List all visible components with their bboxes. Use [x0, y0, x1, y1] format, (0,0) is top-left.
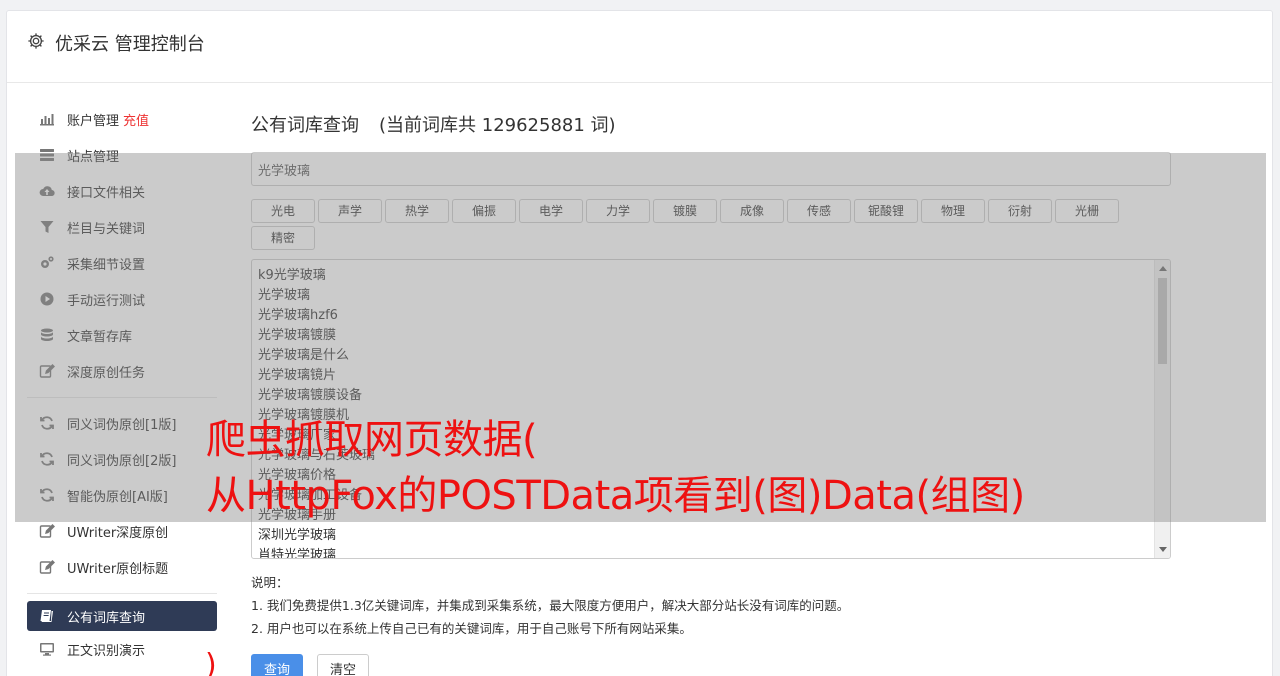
edit-icon [38, 558, 56, 576]
refresh-icon [38, 414, 56, 432]
result-item[interactable]: 光学玻璃镀膜 [258, 326, 1170, 346]
sidebar-item[interactable]: 正文识别演示 [27, 631, 217, 667]
sidebar-item[interactable]: 采集细节设置 [27, 245, 217, 281]
scrollbar[interactable] [1154, 260, 1170, 558]
top-bar: 优采云 管理控制台 [7, 11, 1272, 83]
sidebar-item[interactable]: UWriter深度原创 [27, 513, 217, 549]
sidebar-item[interactable]: 账户管理 充值 [27, 101, 217, 137]
gear-icon[interactable] [27, 32, 45, 50]
page-title: 公有词库查询 [251, 115, 359, 136]
category-tag-button[interactable]: 偏振 [452, 199, 516, 223]
sidebar-item[interactable]: UWriter原创标题 [27, 549, 217, 585]
play-circle-icon [38, 290, 56, 308]
query-button[interactable]: 查询 [251, 654, 304, 676]
note-line: 1. 我们免费提供1.3亿关键词库，并集成到采集系统，最大限度方便用户，解决大部… [251, 598, 850, 613]
result-item[interactable]: 肖特光学玻璃 [258, 546, 1170, 558]
sidebar-item-label: 站点管理 [67, 149, 120, 165]
overlay-caption: 爬虫抓取网页数据( 从HttpFox的POSTData项看到(图)Data(组图… [206, 412, 1025, 524]
scroll-down-arrow-icon[interactable] [1159, 547, 1167, 552]
app-title: 优采云 管理控制台 [55, 34, 205, 55]
result-item[interactable]: 光学玻璃是什么 [258, 346, 1170, 366]
result-item[interactable]: 光学玻璃hzf6 [258, 306, 1170, 326]
sidebar-item-label: 接口文件相关 [67, 185, 146, 201]
category-tag-button[interactable]: 精密 [251, 226, 315, 250]
category-tag-button[interactable]: 热学 [385, 199, 449, 223]
book-icon [38, 607, 56, 625]
edit-icon [38, 362, 56, 380]
category-tags: 光电 声学 热学 偏振 电学 力学 镀膜 成像 传感 铌酸锂 物理 衍射 光栅精密 [251, 199, 1171, 250]
category-tag-button[interactable]: 光电 [251, 199, 315, 223]
keyword-search-input[interactable] [251, 152, 1171, 186]
category-tag-button[interactable]: 成像 [720, 199, 784, 223]
sidebar-item-label: 正文识别演示 [67, 643, 146, 659]
category-tag-button[interactable]: 铌酸锂 [854, 199, 918, 223]
sidebar-item[interactable]: 深度原创任务 [27, 353, 217, 389]
sidebar-item[interactable]: 智能伪原创[AI版] [27, 477, 217, 513]
notes: 说明： 1. 我们免费提供1.3亿关键词库，并集成到采集系统，最大限度方便用户，… [251, 571, 1171, 640]
category-tag-button[interactable]: 衍射 [988, 199, 1052, 223]
sidebar-item-label: 深度原创任务 [67, 365, 146, 381]
sidebar-item-label: 同义词伪原创[2版] [67, 453, 177, 469]
overlay-caption-line1: 爬虫抓取网页数据( [206, 417, 538, 463]
category-tag-button[interactable]: 镀膜 [653, 199, 717, 223]
scroll-up-arrow-icon[interactable] [1159, 266, 1167, 271]
sidebar-divider [27, 593, 217, 594]
clear-button[interactable]: 清空 [317, 654, 370, 676]
main-panel: 优采云 管理控制台 账户管理 充值站点管理接口文件相关 栏目与关键词 采集细节设置 手动… [6, 10, 1273, 676]
word-count: (当前词库共 129625881 词) [379, 115, 616, 136]
sidebar-item-label: UWriter原创标题 [67, 561, 169, 577]
page-heading: 公有词库查询 (当前词库共 129625881 词) [251, 111, 1171, 141]
recharge-link[interactable]: 充值 [123, 110, 149, 129]
sidebar-item-label: 同义词伪原创[1版] [67, 417, 177, 433]
result-item[interactable]: 光学玻璃 [258, 286, 1170, 306]
result-item[interactable]: 光学玻璃镀膜设备 [258, 386, 1170, 406]
bar-chart-icon [38, 110, 56, 128]
sidebar: 账户管理 充值站点管理接口文件相关 栏目与关键词 采集细节设置 手动运行测试 文章暂存库深… [27, 101, 217, 667]
monitor-icon [38, 640, 56, 658]
category-tag-button[interactable]: 电学 [519, 199, 583, 223]
sidebar-item-label: 文章暂存库 [67, 329, 133, 345]
refresh-icon [38, 450, 56, 468]
database-icon [38, 326, 56, 344]
main-content: 公有词库查询 (当前词库共 129625881 词) 光电声学热学偏振电学力学镀膜… [251, 111, 1171, 676]
refresh-icon [38, 486, 56, 504]
sidebar-item[interactable]: 同义词伪原创[2版] [27, 441, 217, 477]
edit-icon [38, 522, 56, 540]
note-line: 2. 用户也可以在系统上传自己已有的关键词库，用于自己账号下所有网站采集。 [251, 621, 692, 636]
filter-icon [38, 218, 56, 236]
category-tag-button[interactable]: 光栅 [1055, 199, 1119, 223]
overlay-caption-line2: 从HttpFox的POSTData项看到(图)Data(组图) [206, 473, 1025, 519]
result-item[interactable]: 深圳光学玻璃 [258, 526, 1170, 546]
sidebar-divider [27, 397, 217, 398]
overlay-paren: ) [205, 648, 217, 676]
category-tag-button[interactable]: 物理 [921, 199, 985, 223]
sidebar-item-label: 公有词库查询 [67, 610, 146, 626]
sidebar-item[interactable]: 站点管理 [27, 137, 217, 173]
scroll-thumb[interactable] [1158, 278, 1167, 364]
sidebar-item[interactable]: 同义词伪原创[1版] [27, 405, 217, 441]
category-tag-button[interactable]: 力学 [586, 199, 650, 223]
sidebar-item-label: 账户管理 [67, 113, 120, 129]
sidebar-item[interactable]: 接口文件相关 [27, 173, 217, 209]
sidebar-item-label: 采集细节设置 [67, 257, 146, 273]
sidebar-item[interactable]: 栏目与关键词 [27, 209, 217, 245]
category-tag-button[interactable]: 传感 [787, 199, 851, 223]
result-item[interactable]: 光学玻璃镜片 [258, 366, 1170, 386]
sidebar-item[interactable]: 文章暂存库 [27, 317, 217, 353]
sidebar-item[interactable]: 手动运行测试 [27, 281, 217, 317]
notes-title: 说明： [251, 575, 289, 590]
result-item[interactable]: k9光学玻璃 [258, 266, 1170, 286]
gears-icon [38, 254, 56, 272]
sidebar-item-label: 手动运行测试 [67, 293, 146, 309]
sidebar-item-label: 栏目与关键词 [67, 221, 146, 237]
sidebar-item-label: UWriter深度原创 [67, 525, 169, 541]
action-buttons: 查询 清空 [251, 654, 1171, 676]
category-tag-button[interactable]: 声学 [318, 199, 382, 223]
server-icon [38, 146, 56, 164]
sidebar-item[interactable]: 公有词库查询 [27, 601, 217, 631]
cloud-upload-icon [38, 182, 56, 200]
sidebar-item-label: 智能伪原创[AI版] [67, 489, 168, 505]
